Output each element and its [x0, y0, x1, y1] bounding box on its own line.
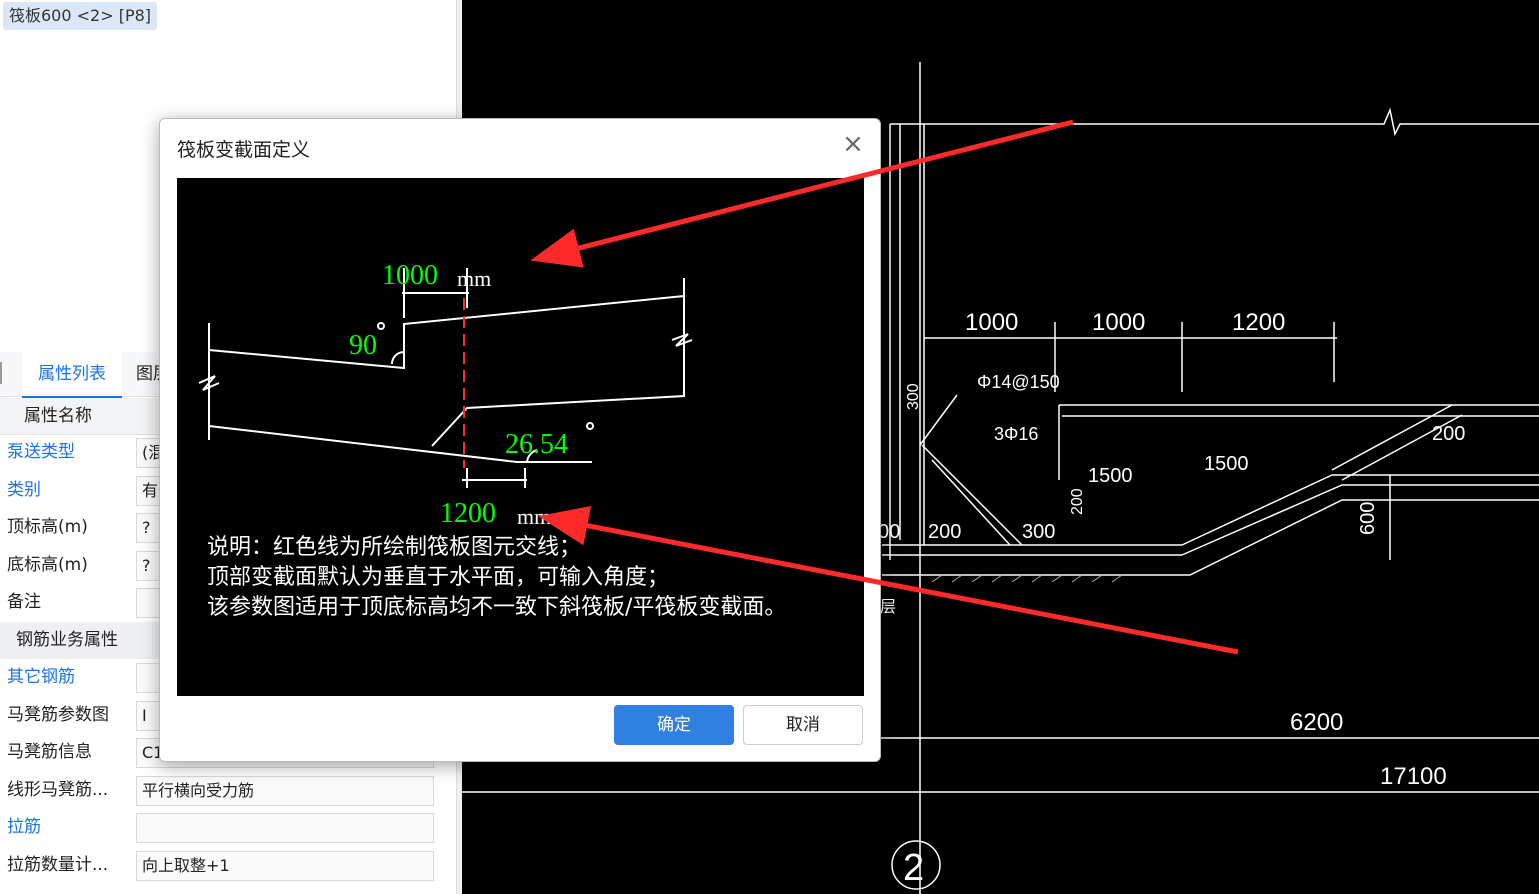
property-name[interactable]: 其它钢筋 — [7, 659, 75, 696]
property-name[interactable]: 类别 — [7, 472, 41, 509]
cad-axis-2: 2 — [903, 847, 924, 889]
section-param-diagram: 1000 90 26.54 1200 mm mm 说明：红色线为所绘制筏板图元交… — [177, 178, 864, 696]
param-diagram-svg: 1000 90 26.54 1200 mm mm 说明：红色线为所绘制筏板图元交… — [198, 260, 786, 620]
cad-dim-300v: 300 — [905, 383, 922, 410]
cad-dim-1000a: 1000 — [965, 309, 1018, 336]
cad-dim-17100: 17100 — [1380, 763, 1447, 790]
bottom-width-unit: mm — [517, 504, 551, 529]
property-name[interactable]: 拉筋 — [7, 809, 41, 846]
cad-dim-1200: 1200 — [1232, 309, 1285, 336]
cad-dim-1500a: 1500 — [1088, 465, 1133, 487]
property-name: 马凳筋信息 — [7, 742, 92, 762]
property-name: 顶标高(m) — [7, 517, 88, 537]
property-value-field[interactable] — [136, 813, 434, 843]
property-row: 线形马凳筋... 平行横向受力筋 — [0, 772, 456, 809]
cad-dim-300: 300 — [1022, 521, 1055, 543]
close-icon[interactable]: × — [840, 131, 866, 157]
cad-dim-1000b: 1000 — [1092, 309, 1145, 336]
prop-name-header: 属性名称 — [24, 406, 92, 426]
tree-item-raft[interactable]: 筏板600 <2> [P8] — [3, 2, 158, 30]
section-label: 钢筋业务属性 — [16, 629, 118, 650]
property-name: 线形马凳筋... — [7, 779, 109, 800]
cad-dim-00: 00 — [878, 521, 900, 543]
cad-dim-200v: 200 — [1069, 488, 1086, 515]
top-angle-value[interactable]: 90 — [349, 330, 377, 361]
note-line-2: 顶部变截面默认为垂直于水平面，可输入角度； — [207, 565, 669, 590]
cad-dim-200b: 200 — [928, 521, 961, 543]
property-row: 拉筋 — [0, 809, 456, 846]
cad-rebar-phi14: Φ14@150 — [977, 372, 1060, 392]
property-name[interactable]: 泵送类型 — [7, 434, 75, 471]
property-value-field[interactable]: 向上取整+1 — [136, 850, 434, 881]
ok-button[interactable]: 确定 — [614, 705, 734, 745]
pin-icon[interactable] — [0, 362, 10, 384]
property-name: 底标高(m) — [7, 554, 88, 575]
property-name: 拉筋数量计... — [7, 854, 109, 875]
cad-dim-200a: 200 — [1432, 423, 1465, 445]
note-line-1: 说明：红色线为所绘制筏板图元交线； — [207, 535, 581, 560]
bottom-angle-value[interactable]: 26.54 — [505, 429, 568, 460]
property-row: 拉筋数量计... 向上取整+1 — [0, 847, 456, 884]
cancel-button[interactable]: 取消 — [743, 705, 863, 745]
top-width-value[interactable]: 1000 — [382, 260, 438, 291]
property-name: 备注 — [7, 592, 41, 612]
cad-dim-6200: 6200 — [1290, 709, 1343, 736]
dialog-title: 筏板变截面定义 — [177, 139, 311, 161]
property-value-field[interactable]: 平行横向受力筋 — [136, 775, 434, 806]
cad-dim-600: 600 — [1357, 502, 1379, 535]
top-width-unit: mm — [457, 266, 491, 291]
note-line-3: 该参数图适用于顶底标高均不一致下斜筏板/平筏板变截面。 — [207, 595, 786, 620]
cad-dim-1500b: 1500 — [1204, 453, 1249, 475]
cad-rebar-3phi16: 3Φ16 — [994, 424, 1038, 444]
cad-side-text: 层 — [880, 599, 896, 616]
bottom-width-value[interactable]: 1200 — [440, 498, 496, 529]
tab-properties[interactable]: 属性列表 — [22, 352, 122, 398]
raft-section-dialog: 筏板变截面定义 × 1000 90 26.54 1200 mm mm 说明：红色… — [159, 118, 881, 762]
property-name: 马凳筋参数图 — [7, 704, 109, 725]
